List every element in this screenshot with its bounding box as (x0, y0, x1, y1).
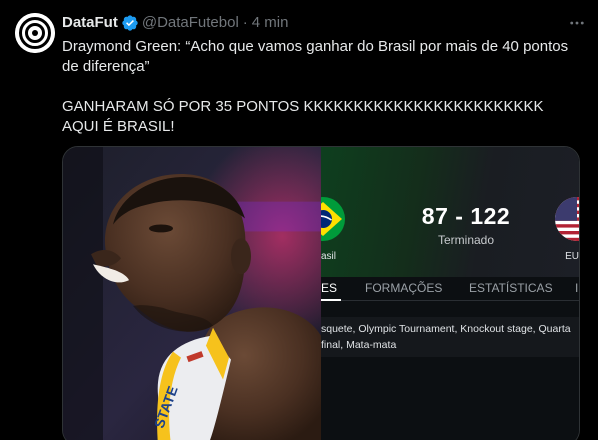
tweet-text-line: GANHARAM SÓ POR 35 PONTOS KKKKKKKKKKKKKK… (62, 98, 544, 115)
tab-estatisticas[interactable]: ESTATÍSTICAS (469, 281, 553, 295)
author-handle[interactable]: @DataFutebol (142, 13, 239, 33)
verified-badge-icon (122, 15, 138, 31)
competition-info-line: squete, Olympic Tournament, Knockout sta… (321, 323, 571, 335)
tweet-text-line: Draymond Green: “Acho que vamos ganhar d… (62, 38, 569, 55)
tweet-text-line: de diferença” (62, 58, 150, 75)
match-result-card[interactable]: 87 - 122 Terminado asil EU ES FORMAÇÕES … (321, 147, 579, 440)
tweet-header: DataFut @DataFutebol · 4 min (62, 13, 586, 33)
tweet-timestamp[interactable]: 4 min (252, 13, 289, 33)
datafut-logo-icon (15, 13, 55, 53)
tab-formacoes[interactable]: FORMAÇÕES (365, 281, 442, 295)
more-options-icon (570, 21, 584, 25)
match-status: Terminado (437, 233, 495, 247)
away-team-label: EU (565, 251, 579, 262)
tweet[interactable]: DataFut @DataFutebol · 4 min Draymond Gr… (0, 0, 598, 440)
brazil-flag-icon (321, 197, 345, 241)
usa-flag-icon (555, 197, 579, 241)
competition-info: squete, Olympic Tournament, Knockout sta… (321, 317, 579, 357)
tab-more[interactable]: I (575, 281, 578, 295)
author-avatar[interactable] (15, 13, 55, 53)
match-score: 87 - 122 (421, 203, 511, 229)
header-separator: · (242, 14, 248, 31)
tab-resumo[interactable]: ES (321, 281, 337, 295)
home-team-label: asil (321, 251, 337, 262)
tweet-text: Draymond Green: “Acho que vamos ganhar d… (62, 37, 584, 137)
tweet-media[interactable]: STATE 87 - 122 Terminado asil EU ES FORM… (62, 146, 580, 440)
match-tabs: ES FORMAÇÕES ESTATÍSTICAS I (321, 277, 579, 301)
scoreboard: 87 - 122 Terminado asil EU (321, 147, 579, 277)
player-photo[interactable]: STATE (63, 147, 321, 440)
competition-info-line: final, Mata-mata (321, 339, 397, 351)
tweet-text-line: AQUI É BRASIL! (62, 118, 175, 135)
author-name[interactable]: DataFut (62, 13, 118, 33)
active-tab-indicator (321, 299, 341, 301)
more-options-button[interactable] (564, 10, 590, 36)
